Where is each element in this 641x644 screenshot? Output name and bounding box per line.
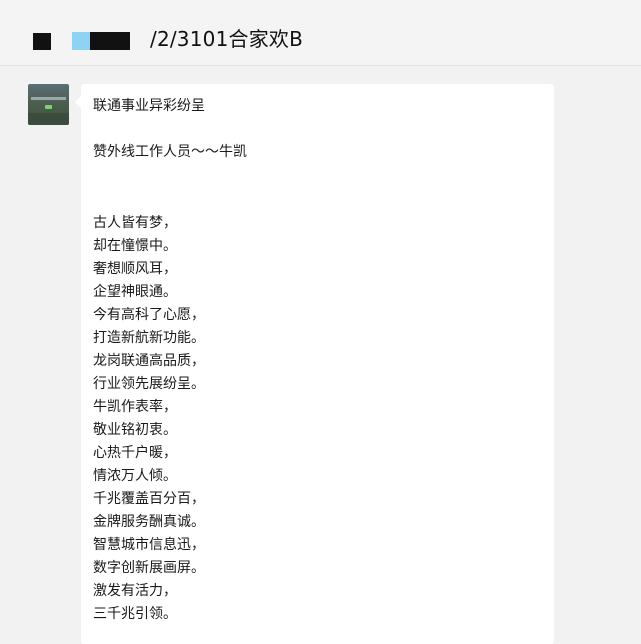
message-line: 牛凯作表率， [93, 399, 177, 415]
message-line: 联通事业异彩纷呈 [93, 98, 205, 114]
message-line: 数字创新展画屏。 [93, 560, 205, 576]
redacted-block [72, 32, 92, 50]
message-line: 赞外线工作人员～～牛凯 [93, 144, 247, 160]
message-bubble[interactable]: 联通事业异彩纷呈 赞外线工作人员～～牛凯 古人皆有梦， 却在憧憬中。 奢想顺风耳… [75, 84, 554, 644]
avatar-dot [45, 105, 52, 109]
message-line: 打造新航新功能。 [93, 330, 205, 346]
message-line: 三千兆引领。 [93, 606, 177, 622]
message-line: 心热千户暖， [93, 445, 177, 461]
message-line: 敬业铭初衷。 [93, 422, 177, 438]
message-line: 情浓万人倾。 [93, 468, 177, 484]
message-line: 激发有活力， [93, 583, 177, 599]
message-line: 企望神眼通。 [93, 284, 177, 300]
chat-title: /2/3101合家欢B [150, 27, 304, 51]
message-line: 千兆覆盖百分百， [93, 491, 205, 507]
message-line: 智慧城市信息迅， [93, 537, 205, 553]
message-line: 今有高科了心愿， [93, 307, 205, 323]
message-line: 奢想顺风耳， [93, 261, 177, 277]
redacted-block [33, 33, 51, 50]
avatar-band [31, 97, 66, 100]
message-line: 却在憧憬中。 [93, 238, 177, 254]
message-line: 金牌服务酬真诚。 [93, 514, 205, 530]
message-line: 行业领先展纷呈。 [93, 376, 205, 392]
chat-header: /2/3101合家欢B [0, 0, 641, 66]
avatar-ground [28, 113, 69, 125]
redacted-block [90, 32, 130, 50]
avatar[interactable] [28, 84, 69, 125]
message-line: 古人皆有梦， [93, 215, 177, 231]
message-line: 龙岗联通高品质， [93, 353, 205, 369]
